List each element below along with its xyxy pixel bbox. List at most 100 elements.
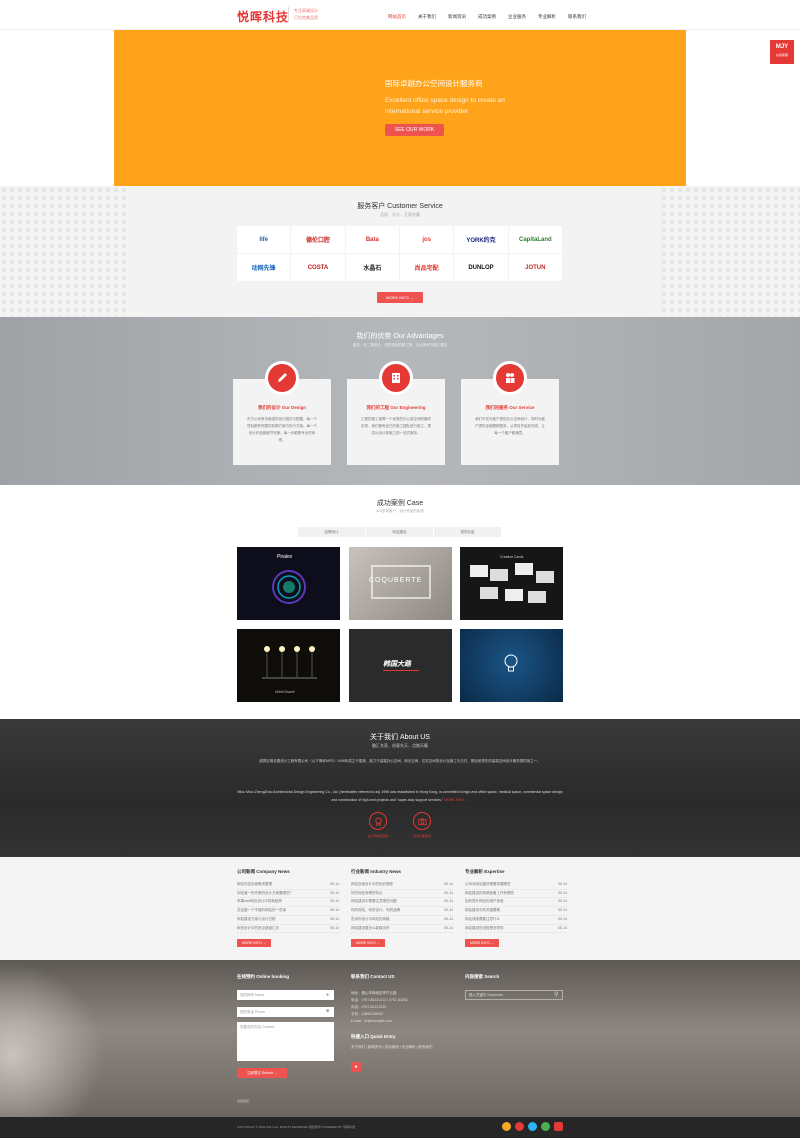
customer-logo[interactable]: YORK约克 (454, 226, 509, 254)
news-item[interactable]: 告诉你设计中网站的风格 05-14 (351, 916, 453, 925)
news-more-button[interactable]: MORE INFO → (237, 939, 271, 948)
news-item-title: 网站建设的前期准备工作有哪些 (465, 890, 514, 895)
about-icon-label: 资源全面整合 (412, 834, 431, 838)
news-item[interactable]: 网站内容页面需求整理 05-14 (237, 881, 339, 890)
weibo-icon[interactable]: ● (351, 1062, 361, 1072)
customer-logo[interactable]: Bata (345, 226, 400, 254)
customer-logo[interactable]: COSTA (291, 254, 346, 282)
tab-web-building[interactable]: 网站建设 (366, 527, 434, 537)
weibo-icon[interactable] (515, 1122, 524, 1131)
customer-logo[interactable]: JOTUN (508, 254, 563, 282)
customer-logo[interactable]: CapitaLand (508, 226, 563, 254)
news-item-title: 网站建设中需要注意哪些问题 (351, 899, 397, 904)
case-thumbnail[interactable]: 韩国大路 (349, 629, 452, 702)
case-thumbnail[interactable]: Piralex (237, 547, 340, 620)
case-card-shape (470, 565, 488, 577)
news-item-date: 05-14 (330, 925, 339, 930)
case-card-shape (490, 569, 508, 581)
customer-logo[interactable]: 水晶石 (345, 254, 400, 282)
lightbulb-icon (504, 654, 518, 672)
case-thumbnail[interactable] (460, 629, 563, 702)
news-item[interactable]: 如何提升网站的用户体验 05-14 (465, 898, 567, 908)
case-thumbnail[interactable]: WebShade (237, 629, 340, 702)
camera-icon[interactable] (413, 812, 431, 830)
news-item-title: 网站建设中的关键要素 (465, 908, 500, 913)
case-thumbnail[interactable]: COQUBERTE (349, 547, 452, 620)
about-text-en-body: Miou Miou ZhengZhou Architectural Design… (237, 790, 563, 802)
customer-logo[interactable]: DUNLOP (454, 254, 509, 282)
case-thumbnail[interactable]: Creative Cards (460, 547, 563, 620)
news-item[interactable]: 总结做一个不错的网站的一些事 05-14 (237, 907, 339, 916)
case-card-shape (528, 591, 546, 603)
customer-more-button[interactable]: MORE INFO → (377, 292, 423, 303)
slogan-line: 专注高端设计 (294, 8, 318, 13)
news-item[interactable]: 网站建设的前期准备工作有哪些 05-14 (465, 890, 567, 899)
contact-info: 地址：佛山市禅城区季华五路 电话：0757-83131213 / 0757-83… (351, 990, 453, 1025)
quick-entry-links[interactable]: 关于我们 | 新闻资讯 | 成功案例 | 专业解析 | 联系我们 (351, 1044, 453, 1051)
banner-title: 国际卓越办公空间设计服务商 (385, 79, 483, 88)
phone-input[interactable]: 您的电话 Phone (237, 1007, 334, 1017)
news-column-expertise: 专业解析 Expertise 公司对网站建设需要掌握哪些 05-14 网站建设的前期… (465, 869, 567, 948)
customer-logo[interactable]: 德伦口腔 (291, 226, 346, 254)
news-item-title: 你的网站，你的设计，你的品牌 (351, 908, 400, 913)
message-textarea[interactable]: 您要说的内容 Content (237, 1022, 334, 1061)
submit-button[interactable]: 立即提交 Submit → (237, 1068, 287, 1078)
search-icon[interactable]: ⚲ (554, 991, 558, 998)
news-item[interactable]: 网站页面设计中的色彩搭配 05-14 (351, 881, 453, 890)
news-item[interactable]: 网站建设的流程是怎样的 05-14 (465, 925, 567, 934)
search-input[interactable]: 输入关键字 Keywords (465, 990, 563, 1000)
case-card-shape (480, 587, 498, 599)
nav-services[interactable]: 企业服务 (508, 14, 526, 20)
wechat-icon[interactable] (541, 1122, 550, 1131)
advantage-text: 东方公司有功能强的设计团队与配置，每一个项目都有完整的前期方案与执行方案。每一个… (247, 417, 317, 442)
name-input[interactable]: 您的称呼 Name (237, 990, 334, 1000)
news-item[interactable]: 网站改版需要注意什么 05-14 (465, 916, 567, 925)
case-caption: Piralex (277, 554, 293, 560)
nav-cases[interactable]: 成功案例 (478, 14, 496, 20)
news-item[interactable]: 网站建设中需要注意哪些问题 05-14 (351, 898, 453, 908)
news-item-date: 05-14 (444, 916, 453, 921)
news-item[interactable]: 你知道一份完美的设计方案要哪些？ 05-14 (237, 890, 339, 899)
slogan-line: 只为完美品质 (294, 15, 318, 20)
case-title: 成功案例 Case (376, 500, 424, 507)
news-item[interactable]: 网页设计中的常见错误汇总 05-14 (237, 925, 339, 934)
nav-expertise[interactable]: 专业解析 (538, 14, 556, 20)
case-caption: Creative Cards (500, 555, 524, 559)
nav-news[interactable]: 新闻资讯 (448, 14, 466, 20)
tab-visual-packaging[interactable]: 视觉包装 (434, 527, 502, 537)
news-item[interactable]: 好的网站有哪些特点 05-14 (351, 890, 453, 899)
advantages-title: 我们的优势 Our Advantages (356, 333, 444, 340)
news-more-button[interactable]: MORE INFO → (351, 939, 385, 948)
see-our-work-button[interactable]: SEE OUR WORK (385, 124, 444, 136)
mail-icon[interactable] (554, 1122, 563, 1131)
news-item[interactable]: 网站建设中的关键要素 05-14 (465, 907, 567, 916)
news-item[interactable]: 苹果web网页设计中的新趋势 05-14 (237, 898, 339, 908)
friend-links-label[interactable]: 友情链接 (237, 1099, 249, 1103)
banner-subtitle: Excellent office space design to create … (385, 97, 505, 115)
award-icon[interactable] (369, 812, 387, 830)
news-more-button[interactable]: MORE INFO → (465, 939, 499, 948)
news-item[interactable]: 你的网站，你的设计，你的品牌 05-14 (351, 907, 453, 916)
customer-logo[interactable]: 动网先锋 (237, 254, 292, 282)
about-more-link[interactable]: MORE INFO → (444, 798, 468, 802)
news-item-date: 05-14 (444, 925, 453, 930)
news-item[interactable]: 网站建设要怎么能建设好 05-14 (351, 925, 453, 934)
nav-home[interactable]: 网站首页 (388, 14, 406, 20)
news-item-date: 05-14 (330, 882, 339, 886)
news-item[interactable]: 网站建设方案与设计过程 05-14 (237, 916, 339, 925)
qq-icon[interactable] (528, 1122, 537, 1131)
logo[interactable]: 悦晖科技 (237, 8, 289, 25)
customer-logo[interactable]: life (237, 226, 292, 254)
customer-logo[interactable]: 尚品宅配 (399, 254, 455, 282)
tab-brand-design[interactable]: 品牌设计 (298, 527, 366, 537)
share-icon[interactable] (502, 1122, 511, 1131)
online-service-badge[interactable]: MJY 在线客服 (770, 40, 794, 64)
news-item[interactable]: 公司对网站建设需要掌握哪些 05-14 (465, 881, 567, 890)
nav-about[interactable]: 关于我们 (418, 14, 436, 20)
news-list: 公司对网站建设需要掌握哪些 05-14 网站建设的前期准备工作有哪些 05-14 如何提… (465, 881, 567, 934)
customer-logo[interactable]: jos (399, 226, 455, 254)
news-item-date: 05-14 (330, 908, 339, 913)
news-item-date: 05-14 (444, 882, 453, 886)
advantage-text: 工程的施工保障一个优秀的办公室空间的最终实现，我们拥有自己的施工团队进行施工，提… (361, 417, 431, 435)
nav-contact[interactable]: 联系我们 (568, 14, 586, 20)
